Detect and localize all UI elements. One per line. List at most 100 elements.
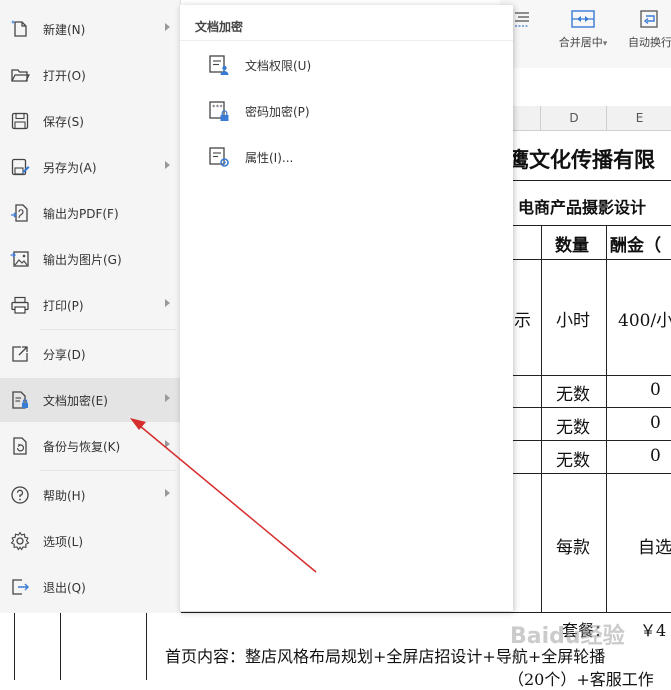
merge-dropdown-arrow[interactable]: ▾ — [603, 39, 608, 49]
wrap-text-icon — [640, 10, 658, 28]
menu-item-open[interactable]: 打开(O) — [0, 53, 180, 97]
menu-item-save-as-label: 另存为(A) — [43, 160, 97, 175]
grid-line — [14, 613, 15, 680]
document-encrypt-icon — [10, 390, 30, 410]
menu-item-new[interactable]: 新建(N) — [0, 7, 180, 51]
document-encrypt-submenu: 文档加密 文档权限(U) *** 密码加密(P) 属性(I)... — [180, 5, 513, 611]
cell-row5-qty[interactable]: 每款 — [556, 533, 590, 558]
backup-restore-icon — [10, 436, 30, 456]
menu-item-document-encrypt[interactable]: 文档加密(E) — [0, 378, 180, 422]
menu-item-exit[interactable]: 退出(Q) — [0, 565, 180, 609]
submenu-item-properties[interactable]: 属性(I)... — [208, 142, 293, 172]
menu-item-new-label: 新建(N) — [43, 22, 86, 37]
menu-item-options[interactable]: 选项(L) — [0, 519, 180, 563]
menu-item-backup-restore-label: 备份与恢复(K) — [43, 439, 121, 454]
menu-item-save-as[interactable]: 另存为(A) — [0, 145, 180, 189]
grid-line — [500, 375, 671, 376]
cell-row4-qty[interactable]: 无数 — [556, 446, 590, 471]
submenu-item-password-encrypt-label: 密码加密(P) — [245, 104, 310, 119]
formula-bar[interactable] — [500, 68, 671, 107]
grid-line — [60, 613, 61, 680]
menu-item-options-label: 选项(L) — [43, 534, 84, 549]
cell-row2-qty[interactable]: 无数 — [556, 380, 590, 405]
menu-item-print[interactable]: 打印(P) — [0, 283, 180, 327]
chevron-right-icon — [165, 161, 170, 169]
grid-line — [500, 473, 671, 474]
grid-line — [500, 225, 671, 226]
bottom-line-2[interactable]: （20个）+客服工作 — [508, 666, 654, 690]
grid-line — [500, 440, 671, 441]
merge-cells-icon — [571, 10, 595, 28]
submenu-title: 文档加密 — [195, 20, 244, 34]
submenu-item-properties-label: 属性(I)... — [245, 150, 294, 165]
share-icon — [10, 344, 30, 364]
header-fee[interactable]: 酬金（ — [610, 231, 661, 256]
chevron-right-icon — [165, 489, 170, 497]
menu-item-export-image[interactable]: 输出为图片(G) — [0, 237, 180, 281]
menu-item-share[interactable]: 分享(D) — [0, 332, 180, 376]
cell-row1-c[interactable]: 示 — [514, 306, 531, 331]
password-encrypt-icon: *** — [208, 100, 230, 122]
header-quantity[interactable]: 数量 — [555, 231, 589, 256]
grid-line — [500, 259, 671, 260]
menu-item-share-label: 分享(D) — [43, 347, 86, 362]
submenu-item-document-permission[interactable]: 文档权限(U) — [208, 50, 311, 80]
chevron-right-icon — [165, 440, 170, 448]
sheet-title[interactable]: 鹰文化传播有限 — [508, 144, 655, 174]
cell-row1-qty[interactable]: 小时 — [556, 306, 590, 331]
file-menu: 新建(N) 打开(O) 保存(S) 另存为(A) 输出为PDF(F) 输出为图片… — [0, 0, 181, 613]
cell-row1-fee[interactable]: 400/小 — [618, 306, 671, 331]
grid-line — [146, 613, 147, 680]
submenu-item-password-encrypt[interactable]: *** 密码加密(P) — [208, 96, 310, 126]
column-header-e[interactable]: E — [606, 106, 671, 130]
gear-icon — [10, 531, 30, 551]
spreadsheet-grid[interactable]: 鹰文化传播有限 电商产品摄影设计 数量 酬金（ 示 小时 400/小 无数 0 … — [500, 130, 671, 679]
exit-icon — [10, 577, 30, 597]
menu-item-save-label: 保存(S) — [43, 114, 84, 129]
cell-row3-qty[interactable]: 无数 — [556, 413, 590, 438]
cell-row4-fee[interactable]: 0 — [650, 446, 661, 466]
cell-row3-fee[interactable]: 0 — [650, 413, 661, 433]
menu-item-print-label: 打印(P) — [43, 298, 84, 313]
menu-divider — [40, 329, 176, 330]
menu-divider — [40, 470, 176, 471]
cell-row5-fee[interactable]: 自选 — [638, 533, 671, 558]
cell-row2-fee[interactable]: 0 — [650, 380, 661, 400]
menu-item-save[interactable]: 保存(S) — [0, 99, 180, 143]
ribbon-align-button[interactable] — [512, 8, 532, 32]
menu-item-exit-label: 退出(Q) — [43, 580, 86, 595]
grid-line — [541, 225, 542, 612]
menu-item-backup-restore[interactable]: 备份与恢复(K) — [0, 424, 180, 468]
grid-line — [500, 180, 671, 181]
properties-icon — [208, 146, 230, 168]
document-permission-icon — [208, 54, 230, 76]
merge-center-label: 合并居中 — [558, 36, 603, 49]
package-price[interactable]: ￥4 — [640, 617, 666, 641]
wrap-text-button[interactable]: 自动换行 — [622, 8, 671, 50]
submenu-divider — [180, 40, 513, 41]
align-icon — [515, 12, 529, 27]
ribbon-toolbar: 合并居中▾ 自动换行 — [500, 0, 671, 69]
new-file-icon — [10, 19, 30, 39]
chevron-right-icon — [165, 394, 170, 402]
export-image-icon — [10, 249, 30, 269]
merge-center-button[interactable]: 合并居中▾ — [552, 8, 614, 50]
menu-item-help[interactable]: 帮助(H) — [0, 473, 180, 517]
grid-line — [500, 407, 671, 408]
menu-item-help-label: 帮助(H) — [43, 488, 86, 503]
column-header-bar: D E — [500, 106, 671, 131]
submenu-item-document-permission-label: 文档权限(U) — [245, 58, 312, 73]
menu-item-open-label: 打开(O) — [43, 68, 86, 83]
export-pdf-icon — [10, 203, 30, 223]
menu-item-export-image-label: 输出为图片(G) — [43, 252, 122, 267]
save-as-icon — [10, 157, 30, 177]
folder-open-icon — [10, 65, 30, 85]
menu-item-export-pdf-label: 输出为PDF(F) — [43, 206, 119, 221]
baidu-watermark: Baidu经验 — [510, 624, 625, 649]
menu-item-export-pdf[interactable]: 输出为PDF(F) — [0, 191, 180, 235]
chevron-right-icon — [165, 299, 170, 307]
help-icon — [10, 485, 30, 505]
column-header-d[interactable]: D — [540, 106, 607, 130]
sheet-subtitle[interactable]: 电商产品摄影设计 — [518, 194, 646, 218]
wrap-text-label: 自动换行 — [628, 36, 671, 49]
